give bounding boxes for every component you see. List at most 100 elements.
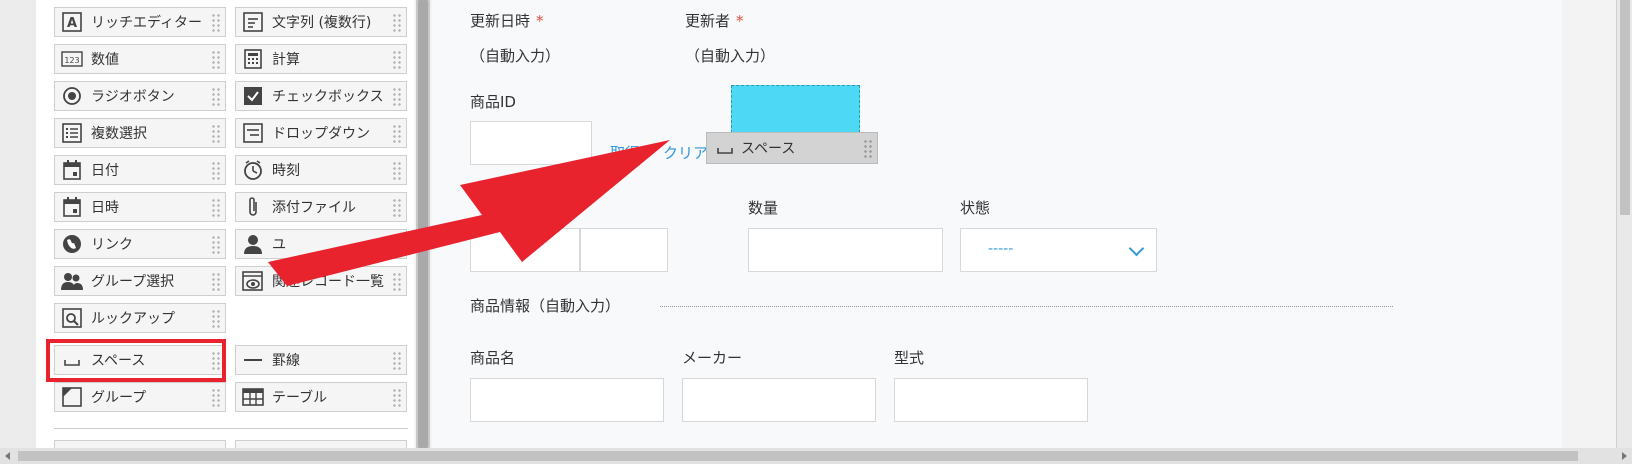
get-link[interactable]: 取得 bbox=[610, 142, 640, 163]
drag-handle-icon[interactable] bbox=[211, 388, 221, 408]
palette-item-label: 関連レコード一覧 bbox=[272, 274, 384, 290]
palette-item-label: ユ bbox=[272, 237, 286, 253]
palette-item-rich-editor[interactable]: A リッチエディター bbox=[54, 7, 226, 37]
palette-item-checkbox[interactable]: チェックボックス bbox=[235, 81, 407, 111]
product-id-input[interactable] bbox=[470, 121, 592, 165]
drag-handle-icon[interactable] bbox=[392, 161, 402, 181]
vertical-scrollbar-thumb[interactable] bbox=[1620, 0, 1630, 215]
palette-scrollbar-thumb[interactable] bbox=[418, 0, 428, 448]
palette-item-related-records[interactable]: 関連レコード一覧 bbox=[235, 266, 407, 296]
model-label: 型式 bbox=[894, 349, 925, 367]
palette-item-group-select[interactable]: グループ選択 bbox=[54, 266, 226, 296]
clear-link[interactable]: クリア bbox=[663, 142, 708, 163]
drop-target[interactable] bbox=[731, 85, 860, 133]
palette-item-label: ドロップダウン bbox=[272, 126, 370, 142]
price-input[interactable] bbox=[470, 228, 580, 272]
palette-item-label: リッチエディター bbox=[91, 15, 203, 31]
palette-item-label: 数値 bbox=[91, 52, 119, 68]
product-name-input[interactable] bbox=[470, 378, 664, 422]
radio-icon bbox=[61, 85, 83, 107]
drag-handle-icon[interactable] bbox=[392, 235, 402, 255]
required-mark: * bbox=[536, 12, 544, 30]
drag-handle-icon[interactable] bbox=[392, 50, 402, 70]
scroll-right-icon[interactable] bbox=[1622, 452, 1627, 460]
product-id-label: 商品ID bbox=[470, 93, 516, 111]
clock-icon bbox=[242, 159, 264, 181]
palette-item-lookup[interactable]: ルックアップ bbox=[54, 303, 226, 333]
palette-item-border[interactable]: 罫線 bbox=[235, 345, 407, 375]
drag-handle-icon[interactable] bbox=[211, 161, 221, 181]
drag-handle-icon[interactable] bbox=[392, 272, 402, 292]
palette-scrollbar[interactable] bbox=[416, 0, 430, 448]
palette-item-multiline-text[interactable]: 文字列 (複数行) bbox=[235, 7, 407, 37]
drag-handle-icon[interactable] bbox=[392, 13, 402, 33]
palette-item-label: 日付 bbox=[91, 163, 119, 179]
palette-item-label: リンク bbox=[91, 237, 133, 253]
palette-item-calc[interactable]: 計算 bbox=[235, 44, 407, 74]
palette-item-time[interactable]: 時刻 bbox=[235, 155, 407, 185]
model-input[interactable] bbox=[894, 378, 1088, 422]
palette-item-number[interactable]: 123 数値 bbox=[54, 44, 226, 74]
drag-handle-icon[interactable] bbox=[392, 351, 402, 371]
drag-handle-icon[interactable] bbox=[211, 124, 221, 144]
palette-item-label: 罫線 bbox=[272, 353, 300, 369]
calendar-icon bbox=[61, 159, 83, 181]
palette-item-date[interactable]: 日付 bbox=[54, 155, 226, 185]
palette-item-dropdown[interactable]: ドロップダウン bbox=[235, 118, 407, 148]
dropdown-icon bbox=[242, 122, 264, 144]
palette-item-user-select[interactable]: ユ bbox=[235, 229, 407, 259]
drag-handle-icon[interactable] bbox=[211, 13, 221, 33]
palette-item-label: 添付ファイル bbox=[272, 200, 356, 216]
drag-handle-icon[interactable] bbox=[211, 272, 221, 292]
drag-handle-icon[interactable] bbox=[211, 235, 221, 255]
group-icon bbox=[61, 270, 83, 292]
palette-item-radio[interactable]: ラジオボタン bbox=[54, 81, 226, 111]
drag-handle-icon[interactable] bbox=[211, 198, 221, 218]
related-records-icon bbox=[242, 270, 264, 292]
table-icon bbox=[242, 386, 264, 408]
horizontal-scrollbar-thumb[interactable] bbox=[18, 451, 1578, 461]
scroll-left-icon[interactable] bbox=[5, 452, 10, 460]
status-select-value: ----- bbox=[988, 241, 1014, 257]
checkbox-icon bbox=[242, 85, 264, 107]
paperclip-icon bbox=[242, 196, 264, 218]
palette-item-link[interactable]: リンク bbox=[54, 229, 226, 259]
drag-handle-icon[interactable] bbox=[392, 388, 402, 408]
palette-item-label: 時刻 bbox=[272, 163, 300, 179]
drag-ghost-space[interactable]: スペース bbox=[706, 132, 878, 164]
vertical-scrollbar[interactable] bbox=[1616, 0, 1632, 448]
quantity-input[interactable] bbox=[748, 228, 943, 272]
drag-handle-icon[interactable] bbox=[392, 87, 402, 107]
palette-item-attachment[interactable]: 添付ファイル bbox=[235, 192, 407, 222]
palette-item-multi-select[interactable]: 複数選択 bbox=[54, 118, 226, 148]
quantity-label: 数量 bbox=[748, 199, 779, 217]
palette-item-datetime[interactable]: 日時 bbox=[54, 192, 226, 222]
product-info-label: 商品情報（自動入力） bbox=[470, 297, 621, 315]
palette-item-label: テーブル bbox=[272, 390, 328, 406]
maker-input[interactable] bbox=[682, 378, 876, 422]
annotation-highlight-box bbox=[46, 339, 226, 382]
palette-item-label: ラジオボタン bbox=[91, 89, 175, 105]
canvas-right-gutter bbox=[1562, 0, 1616, 448]
horizontal-scrollbar[interactable] bbox=[0, 448, 1632, 464]
palette-item-group[interactable]: グループ bbox=[54, 382, 226, 412]
drag-handle-icon[interactable] bbox=[211, 87, 221, 107]
drag-handle-icon[interactable] bbox=[392, 124, 402, 144]
palette-item-label: 複数選択 bbox=[91, 126, 147, 142]
drag-handle-icon[interactable] bbox=[392, 198, 402, 218]
price-unit-input[interactable] bbox=[580, 228, 668, 272]
drag-handle-icon[interactable] bbox=[211, 309, 221, 329]
multi-select-icon bbox=[61, 122, 83, 144]
required-mark: * bbox=[736, 12, 744, 30]
updated-by-value: （自動入力） bbox=[685, 47, 776, 65]
palette-item-table[interactable]: テーブル bbox=[235, 382, 407, 412]
group-fold-icon bbox=[61, 386, 83, 408]
palette-item-label: グループ bbox=[91, 390, 147, 406]
palette-item-label: グループ選択 bbox=[91, 274, 175, 290]
updated-at-label: 更新日時 * bbox=[470, 12, 544, 30]
palette-item-label: 日時 bbox=[91, 200, 119, 216]
drag-handle-icon[interactable] bbox=[211, 50, 221, 70]
user-icon bbox=[242, 233, 264, 255]
product-name-label: 商品名 bbox=[470, 349, 516, 367]
calendar-icon bbox=[61, 196, 83, 218]
